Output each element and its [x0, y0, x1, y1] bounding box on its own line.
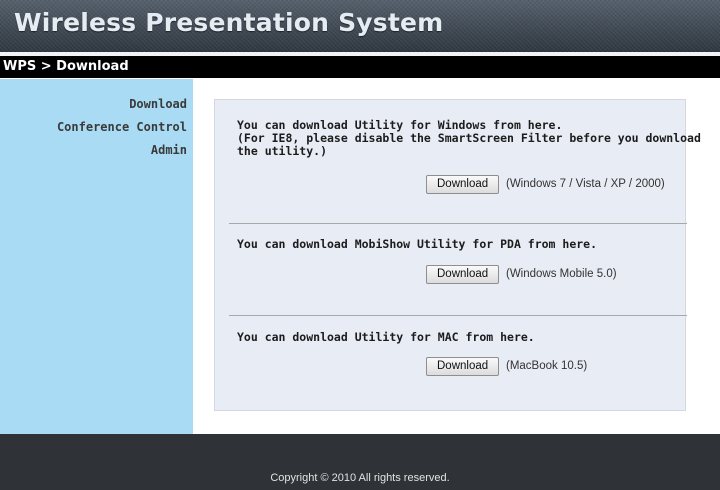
pda-utility-text: You can download MobiShow Utility for PD… [237, 237, 598, 251]
sidebar-item-download[interactable]: Download [129, 97, 187, 111]
section-divider [229, 315, 687, 316]
download-pda-button[interactable]: Download [426, 265, 500, 284]
pda-version-note: (Windows Mobile 5.0) [506, 268, 617, 280]
windows-version-note: (Windows 7 / Vista / XP / 2000) [506, 178, 665, 190]
windows-utility-text: You can download Utility for Windows fro… [237, 118, 701, 158]
app-title: Wireless Presentation System [14, 8, 444, 37]
section-divider [229, 223, 687, 224]
sidebar-item-admin[interactable]: Admin [151, 143, 187, 157]
copyright-text: Copyright © 2010 All rights reserved. [270, 472, 450, 484]
download-panel: You can download Utility for Windows fro… [214, 99, 701, 411]
app-header: Wireless Presentation System [0, 0, 720, 52]
mac-utility-text: You can download Utility for MAC from he… [237, 330, 535, 344]
main-content: You can download Utility for Windows fro… [193, 79, 720, 434]
download-windows-button[interactable]: Download [426, 175, 500, 194]
footer: Copyright © 2010 All rights reserved. [0, 434, 720, 490]
breadcrumb: WPS > Download [0, 56, 720, 78]
download-mac-button[interactable]: Download [426, 357, 500, 376]
sidebar-item-conference-control[interactable]: Conference Control [57, 120, 187, 134]
sidebar: Download Conference Control Admin [0, 79, 193, 434]
mac-version-note: (MacBook 10.5) [506, 360, 588, 372]
